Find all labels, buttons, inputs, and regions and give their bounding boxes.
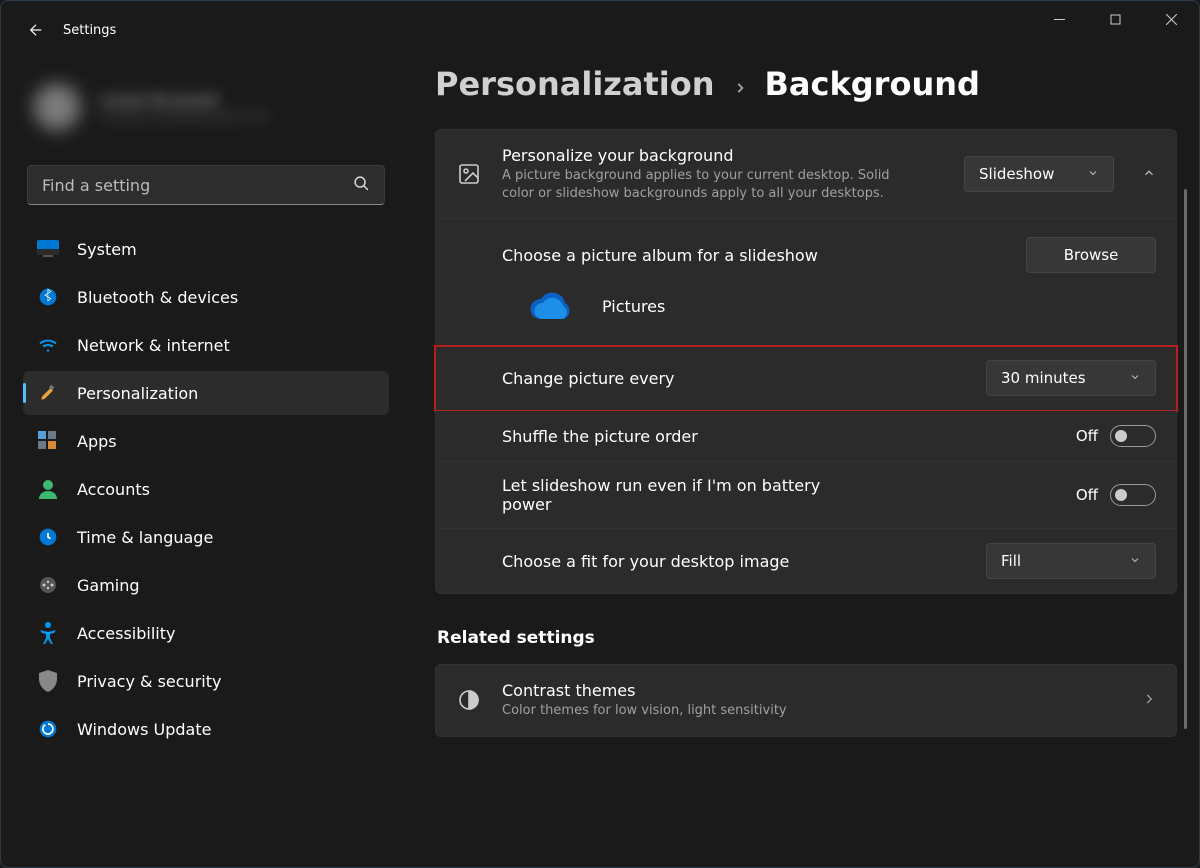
- nav-item-label: Apps: [77, 432, 117, 451]
- titlebar: Settings: [1, 1, 1199, 49]
- nav-item-time-language[interactable]: Time & language: [23, 515, 389, 559]
- paintbrush-icon: [37, 382, 59, 404]
- main-content: Personalization Background Personalize y…: [401, 49, 1189, 867]
- nav-item-label: Accessibility: [77, 624, 175, 643]
- chevron-right-icon: [733, 76, 747, 101]
- system-icon: [37, 238, 59, 260]
- nav-item-label: Accounts: [77, 480, 150, 499]
- chevron-down-icon: [1087, 165, 1099, 183]
- shield-icon: [37, 670, 59, 692]
- chevron-right-icon: [1142, 691, 1156, 710]
- button-label: Browse: [1064, 246, 1119, 264]
- sidebar: Local Account localaccount@example.com S…: [1, 49, 401, 867]
- window-maximize-button[interactable]: [1087, 1, 1143, 37]
- card-personalize-background[interactable]: Personalize your background A picture ba…: [435, 129, 1177, 219]
- album-name: Pictures: [602, 297, 665, 316]
- select-value: Fill: [1001, 552, 1021, 570]
- card-description: A picture background applies to your cur…: [502, 167, 922, 202]
- window-minimize-button[interactable]: [1031, 1, 1087, 37]
- nav-item-label: Network & internet: [77, 336, 230, 355]
- card-title: Choose a fit for your desktop image: [502, 552, 966, 571]
- change-interval-select[interactable]: 30 minutes: [986, 360, 1156, 396]
- toggle-state: Off: [1076, 427, 1098, 445]
- nav-item-windows-update[interactable]: Windows Update: [23, 707, 389, 751]
- user-account-block[interactable]: Local Account localaccount@example.com: [23, 77, 389, 155]
- contrast-icon: [456, 688, 482, 712]
- nav-item-label: Bluetooth & devices: [77, 288, 238, 307]
- gamepad-icon: [37, 574, 59, 596]
- fit-select[interactable]: Fill: [986, 543, 1156, 579]
- search-box[interactable]: [27, 165, 385, 205]
- onedrive-icon: [528, 289, 576, 323]
- card-contrast-themes[interactable]: Contrast themes Color themes for low vis…: [435, 664, 1177, 737]
- search-input[interactable]: [42, 176, 353, 195]
- battery-toggle[interactable]: [1110, 484, 1156, 506]
- card-shuffle: Shuffle the picture order Off: [435, 411, 1177, 462]
- shuffle-toggle[interactable]: [1110, 425, 1156, 447]
- nav-item-accounts[interactable]: Accounts: [23, 467, 389, 511]
- card-title: Contrast themes: [502, 681, 1122, 700]
- background-mode-select[interactable]: Slideshow: [964, 156, 1114, 192]
- toggle-state: Off: [1076, 486, 1098, 504]
- nav-item-label: Windows Update: [77, 720, 211, 739]
- nav-item-label: Privacy & security: [77, 672, 221, 691]
- card-choose-album: Choose a picture album for a slideshow B…: [435, 219, 1177, 346]
- browse-button[interactable]: Browse: [1026, 237, 1156, 273]
- card-change-picture-every: Change picture every 30 minutes: [435, 346, 1177, 411]
- window-controls: [1031, 1, 1199, 37]
- card-title: Change picture every: [502, 369, 966, 388]
- scrollbar[interactable]: [1184, 189, 1187, 729]
- accessibility-icon: [37, 622, 59, 644]
- card-battery-slideshow: Let slideshow run even if I'm on battery…: [435, 462, 1177, 529]
- chevron-up-icon[interactable]: [1142, 165, 1156, 184]
- card-title: Choose a picture album for a slideshow: [502, 246, 1006, 265]
- card-title: Personalize your background: [502, 146, 944, 165]
- nav-item-apps[interactable]: Apps: [23, 419, 389, 463]
- search-icon: [353, 175, 370, 196]
- select-value: 30 minutes: [1001, 369, 1086, 387]
- breadcrumb-current: Background: [765, 65, 980, 103]
- person-icon: [37, 478, 59, 500]
- nav-item-accessibility[interactable]: Accessibility: [23, 611, 389, 655]
- nav-item-label: System: [77, 240, 137, 259]
- nav-item-bluetooth[interactable]: Bluetooth & devices: [23, 275, 389, 319]
- app-title: Settings: [63, 23, 116, 38]
- card-title: Shuffle the picture order: [502, 427, 1056, 446]
- update-icon: [37, 718, 59, 740]
- bluetooth-icon: [37, 286, 59, 308]
- nav-item-system[interactable]: System: [23, 227, 389, 271]
- breadcrumb-parent[interactable]: Personalization: [435, 65, 715, 103]
- nav-item-label: Gaming: [77, 576, 140, 595]
- nav-item-personalization[interactable]: Personalization: [23, 371, 389, 415]
- back-button[interactable]: [27, 21, 45, 39]
- card-description: Color themes for low vision, light sensi…: [502, 702, 922, 720]
- user-email: localaccount@example.com: [101, 109, 270, 123]
- nav-menu: System Bluetooth & devices Network & int…: [23, 227, 389, 751]
- nav-item-privacy-security[interactable]: Privacy & security: [23, 659, 389, 703]
- breadcrumb: Personalization Background: [435, 65, 1177, 103]
- wifi-icon: [37, 334, 59, 356]
- chevron-down-icon: [1129, 552, 1141, 570]
- chevron-down-icon: [1129, 369, 1141, 387]
- card-title: Let slideshow run even if I'm on battery…: [502, 476, 862, 514]
- related-settings-heading: Related settings: [437, 628, 1177, 648]
- window-close-button[interactable]: [1143, 1, 1199, 37]
- clock-icon: [37, 526, 59, 548]
- nav-item-label: Time & language: [77, 528, 213, 547]
- nav-item-network[interactable]: Network & internet: [23, 323, 389, 367]
- select-value: Slideshow: [979, 165, 1054, 183]
- avatar: [27, 77, 87, 137]
- picture-icon: [456, 162, 482, 186]
- apps-icon: [37, 430, 59, 452]
- user-name: Local Account: [101, 91, 270, 109]
- card-choose-fit: Choose a fit for your desktop image Fill: [435, 529, 1177, 594]
- nav-item-gaming[interactable]: Gaming: [23, 563, 389, 607]
- nav-item-label: Personalization: [77, 384, 198, 403]
